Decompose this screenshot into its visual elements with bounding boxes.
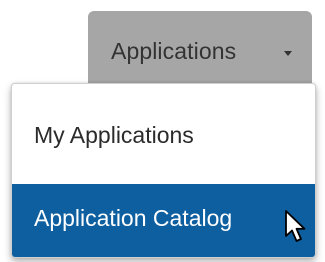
caret-down-icon <box>284 51 292 56</box>
applications-nav-label: Applications <box>111 38 237 64</box>
applications-dropdown-menu: My Applications Application Catalog <box>11 83 316 258</box>
menu-item-application-catalog[interactable]: Application Catalog <box>12 184 315 257</box>
menu-item-my-applications[interactable]: My Applications <box>12 84 315 172</box>
screen: Applications My Applications Application… <box>0 0 325 262</box>
menu-item-label: Application Catalog <box>34 205 233 231</box>
menu-item-label: My Applications <box>34 122 194 148</box>
pointer-arrow-icon <box>285 210 306 242</box>
